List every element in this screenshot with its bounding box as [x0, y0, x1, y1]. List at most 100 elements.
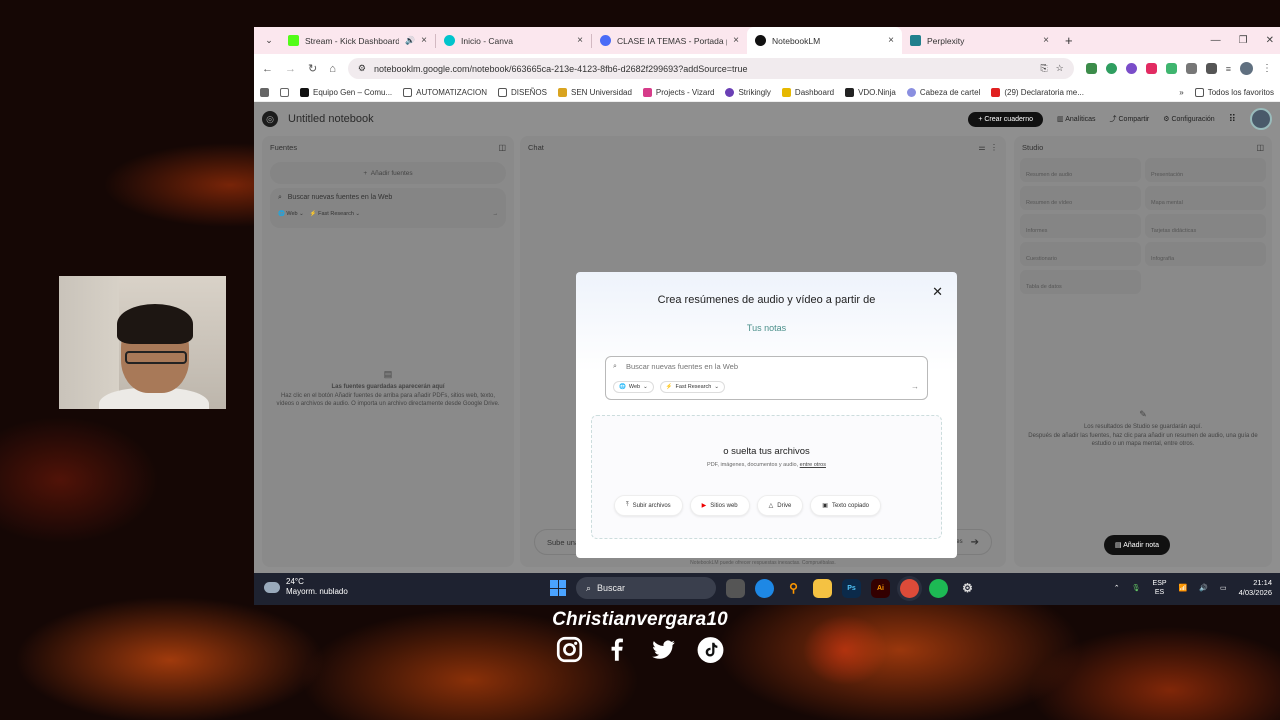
submit-arrow-icon[interactable]: → — [493, 211, 499, 217]
photoshop-icon[interactable]: Ps — [842, 578, 861, 598]
home-icon[interactable]: ⌂ — [329, 63, 336, 75]
tab-canva[interactable]: Inicio - Canva × — [436, 27, 591, 54]
close-tab-icon[interactable]: × — [577, 35, 583, 46]
fast-research-chip[interactable]: ⚡ Fast Research ⌄ — [659, 381, 725, 393]
create-notebook-button[interactable]: + Crear cuaderno — [968, 111, 1043, 127]
bookmark-item[interactable]: Dashboard — [781, 87, 834, 97]
new-tab-button[interactable]: + — [1057, 27, 1081, 54]
studio-card-flashcards[interactable]: Tarjetas didácticas — [1145, 214, 1266, 238]
dialog-web-search[interactable]: ⌕ 🌐 Web ⌄ ⚡ Fast Research ⌄ → — [605, 356, 928, 400]
extension-icon[interactable] — [1145, 63, 1157, 74]
extension-icon[interactable] — [1185, 63, 1197, 74]
clock[interactable]: 21:14 4/03/2026 — [1239, 578, 1272, 598]
collapse-panel-icon[interactable]: ◫ — [498, 143, 506, 152]
tray-chevron-icon[interactable]: ⌃ — [1114, 584, 1120, 592]
search-app-icon[interactable]: ⚲ — [784, 579, 803, 598]
grid-icon[interactable] — [280, 87, 289, 97]
collapse-panel-icon[interactable]: ◫ — [1256, 143, 1264, 152]
add-sources-button[interactable]: + Añadir fuentes — [270, 162, 506, 184]
weather-widget[interactable]: 24°C Mayorm. nublado — [264, 577, 348, 597]
omnibox[interactable]: ⚙ notebooklm.google.com/notebook/663665c… — [347, 58, 1074, 79]
fast-research-chip[interactable]: ⚡ Fast Research ⌄ — [310, 211, 360, 217]
studio-card-mindmap[interactable]: Mapa mental — [1145, 186, 1266, 210]
chat-settings-icon[interactable]: ⚌ ⋮ — [978, 143, 998, 152]
illustrator-icon[interactable]: Ai — [871, 578, 890, 598]
minimize-icon[interactable]: — — [1211, 35, 1221, 46]
extension-icon[interactable] — [1165, 63, 1177, 74]
analytics-button[interactable]: ▥ Analíticas — [1057, 115, 1096, 123]
user-avatar[interactable] — [1250, 108, 1272, 130]
notebook-title[interactable]: Untitled notebook — [288, 113, 374, 125]
speaker-icon[interactable]: 🔊 — [405, 36, 415, 45]
sources-web-search[interactable]: ⌕ Buscar nuevas fuentes en la Web 🌐 Web … — [270, 188, 506, 228]
copied-text-button[interactable]: ▣ Texto copiado — [810, 495, 881, 516]
extension-icon[interactable] — [1105, 63, 1117, 74]
wifi-icon[interactable]: 📶 — [1179, 584, 1188, 592]
bookmark-folder[interactable]: DISEÑOS — [497, 87, 547, 97]
studio-card-quiz[interactable]: Cuestionario — [1020, 242, 1141, 266]
task-view-icon[interactable] — [726, 578, 745, 598]
bookmarks-overflow-icon[interactable]: » — [1179, 88, 1183, 97]
web-chip[interactable]: 🌐 Web ⌄ — [278, 211, 304, 217]
install-app-icon[interactable]: ⎘ — [1040, 63, 1047, 74]
file-explorer-icon[interactable] — [813, 578, 832, 598]
tab-search-chevron-icon[interactable]: ⌄ — [258, 27, 280, 54]
media-icon[interactable]: ≡ — [1226, 64, 1231, 74]
websites-button[interactable]: ▶ Sitios web — [689, 495, 750, 516]
start-button[interactable] — [550, 580, 566, 596]
apps-icon[interactable] — [260, 87, 269, 97]
tab-notebooklm[interactable]: NotebookLM × — [747, 27, 902, 54]
settings-app-icon[interactable]: ⚙ — [958, 579, 977, 598]
puzzle-icon[interactable] — [1205, 63, 1217, 74]
close-tab-icon[interactable]: × — [421, 35, 427, 46]
tab-perplexity[interactable]: Perplexity × — [902, 27, 1057, 54]
close-tab-icon[interactable]: × — [888, 35, 894, 46]
submit-arrow-icon[interactable]: → — [911, 382, 919, 391]
upload-files-button[interactable]: ⤒ Subir archivos — [614, 495, 683, 516]
extension-icon[interactable] — [1085, 63, 1097, 74]
file-drop-zone[interactable]: o suelta tus archivos PDF, imágenes, doc… — [591, 415, 942, 539]
share-button[interactable]: ⤴ Compartir — [1110, 114, 1150, 124]
volume-icon[interactable]: 🔊 — [1199, 584, 1208, 592]
notebooklm-logo-icon[interactable]: ◎ — [262, 111, 278, 127]
microphone-icon[interactable]: 🎙 — [1132, 584, 1141, 592]
bookmark-star-icon[interactable]: ☆ — [1056, 63, 1064, 74]
bookmark-item[interactable]: Equipo Gen – Comu... — [300, 87, 392, 97]
tab-kick[interactable]: Stream - Kick Dashboard 🔊 × — [280, 27, 435, 54]
other-types-link[interactable]: entre otros — [800, 462, 826, 468]
bookmark-item[interactable]: SEN Universidad — [558, 87, 632, 97]
settings-button[interactable]: ⚙ Configuración — [1163, 115, 1214, 123]
back-icon[interactable]: ← — [262, 63, 273, 75]
reload-icon[interactable]: ↻ — [308, 62, 317, 75]
close-tab-icon[interactable]: × — [1043, 35, 1049, 46]
tab-clase[interactable]: CLASE IA TEMAS - Portada para × — [592, 27, 747, 54]
bookmark-item[interactable]: (29) Declaratoria me... — [991, 87, 1084, 97]
bookmark-item[interactable]: VDO.Ninja — [845, 87, 896, 97]
site-info-icon[interactable]: ⚙ — [358, 63, 366, 74]
send-icon[interactable]: ➔ — [971, 537, 979, 548]
bookmark-folder[interactable]: AUTOMATIZACION — [403, 87, 487, 97]
bookmark-folder-all[interactable]: Todos los favoritos — [1194, 87, 1274, 97]
close-tab-icon[interactable]: × — [733, 35, 739, 46]
battery-icon[interactable]: ▭ — [1220, 584, 1227, 592]
close-window-icon[interactable]: ✕ — [1266, 35, 1274, 46]
web-chip[interactable]: 🌐 Web ⌄ — [613, 381, 654, 393]
studio-card-video[interactable]: Resumen de vídeo — [1020, 186, 1141, 210]
studio-card-audio[interactable]: Resumen de audio — [1020, 158, 1141, 182]
studio-card-datatable[interactable]: Tabla de datos — [1020, 270, 1141, 294]
studio-card-reports[interactable]: Informes — [1020, 214, 1141, 238]
language-indicator[interactable]: ESP ES — [1153, 579, 1167, 597]
bookmark-item[interactable]: Projects - Vizard — [642, 87, 714, 97]
close-dialog-icon[interactable]: ✕ — [932, 284, 943, 300]
menu-dots-icon[interactable]: ⋮ — [1262, 63, 1272, 74]
add-note-button[interactable]: ▤ Añadir nota — [1104, 535, 1170, 555]
studio-card-infographic[interactable]: Infografía — [1145, 242, 1266, 266]
dialog-search-input[interactable] — [626, 362, 876, 371]
taskbar-search[interactable]: ⌕ Buscar — [576, 577, 716, 599]
bookmark-item[interactable]: Cabeza de cartel — [906, 87, 980, 97]
forward-icon[interactable]: → — [285, 63, 296, 75]
studio-card-presentation[interactable]: Presentación — [1145, 158, 1266, 182]
apps-grid-icon[interactable]: ⠿ — [1229, 114, 1236, 125]
restore-icon[interactable]: ❐ — [1239, 35, 1248, 46]
bookmark-item[interactable]: Strikingly — [725, 87, 771, 97]
